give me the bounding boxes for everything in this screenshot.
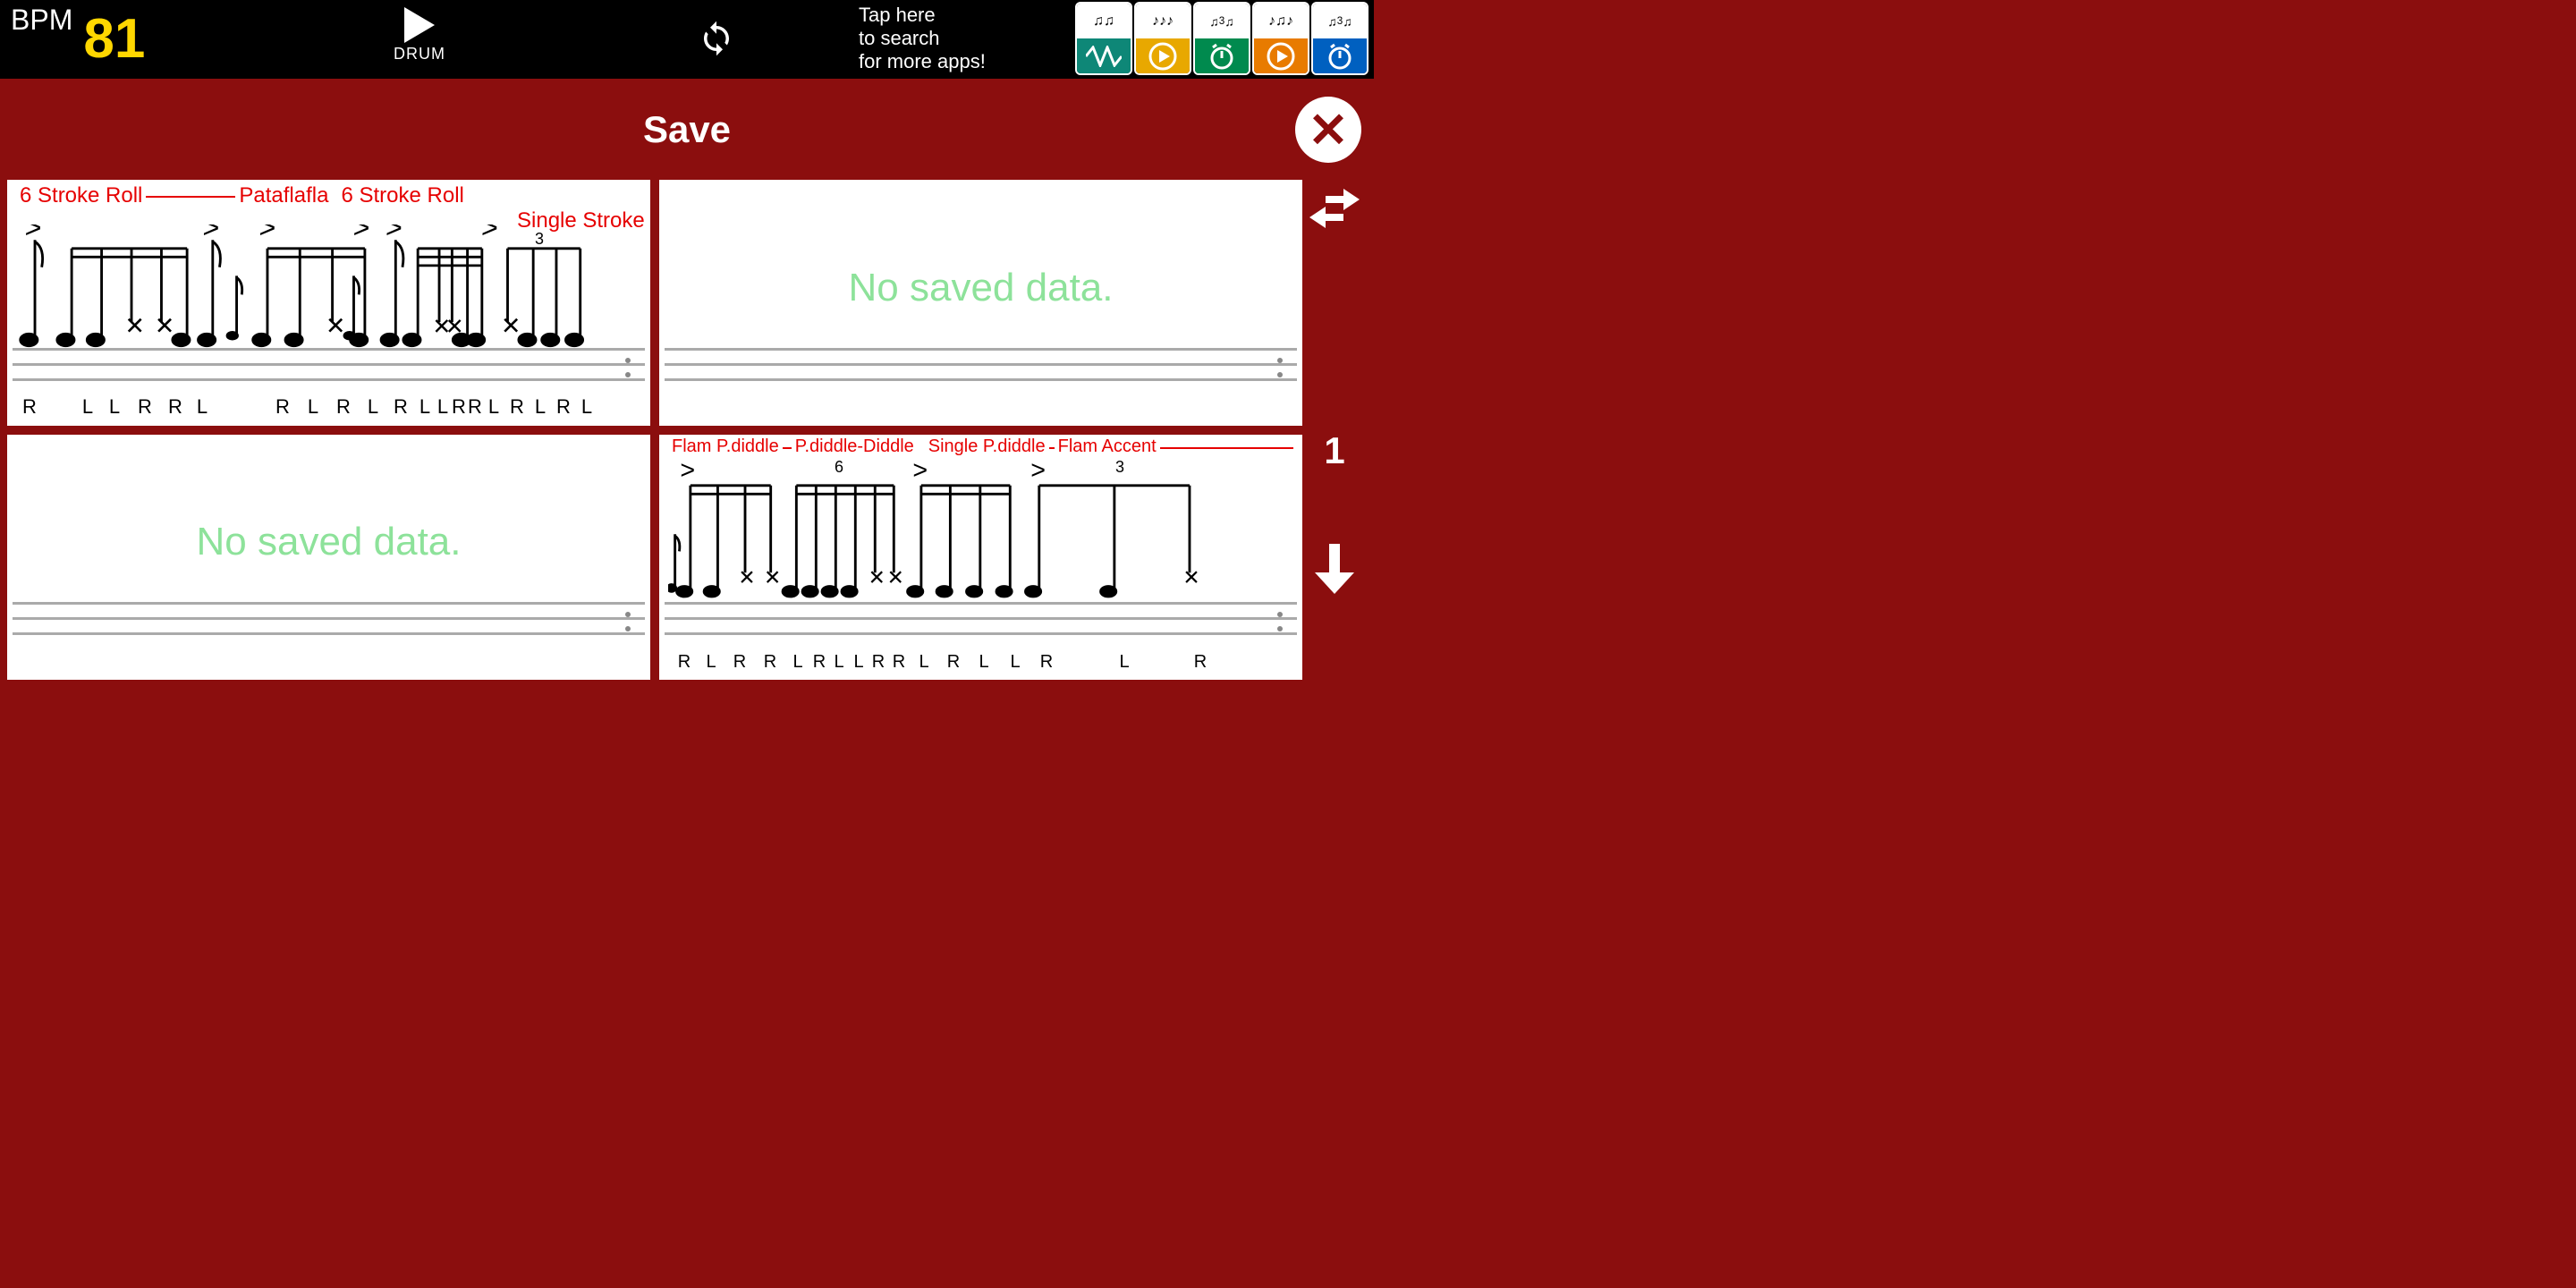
svg-text:✕: ✕: [764, 565, 781, 589]
svg-text:>: >: [353, 225, 370, 243]
svg-text:>: >: [258, 225, 275, 243]
clock-icon: [1313, 38, 1367, 73]
play-circle-icon: [1136, 38, 1190, 73]
save-header: Save ✕: [0, 79, 1374, 180]
save-title: Save: [643, 108, 731, 151]
close-icon: ✕: [1308, 102, 1348, 158]
app-tile-1[interactable]: ♫♫: [1075, 2, 1132, 75]
rudiment-labels: 6 Stroke Roll Pataflafla 6 Stroke Roll: [20, 183, 650, 208]
notes-icon: ♪♪♪: [1136, 4, 1190, 38]
main-content: 6 Stroke Roll Pataflafla 6 Stroke Roll S…: [0, 180, 1374, 687]
wave-icon: [1077, 38, 1131, 73]
staff-lines: [665, 602, 1297, 648]
play-label: DRUM: [394, 45, 445, 64]
top-bar: BPM 81 DRUM Tap hereto searchfor more ap…: [0, 0, 1374, 79]
svg-text:✕: ✕: [887, 565, 904, 589]
svg-text:✕: ✕: [501, 312, 521, 339]
svg-text:>: >: [25, 225, 42, 243]
rudiment-labels: Flam P.diddle P.diddle-Diddle Single P.d…: [672, 436, 1302, 457]
empty-label: No saved data.: [197, 520, 462, 564]
play-icon: [404, 7, 435, 43]
staff-lines: [13, 348, 645, 394]
svg-text:>: >: [481, 225, 498, 243]
svg-text:✕: ✕: [738, 565, 755, 589]
notes-icon: ♫♫: [1077, 4, 1131, 38]
bpm-value[interactable]: 81: [83, 12, 145, 67]
loop-button[interactable]: [698, 20, 735, 57]
notes-icon: ♫3♫: [1313, 4, 1367, 38]
notes-icon: ♪♫♪: [1254, 4, 1308, 38]
app-tile-3[interactable]: ♫3♫: [1193, 2, 1250, 75]
app-tile-2[interactable]: ♪♪♪: [1134, 2, 1191, 75]
play-button[interactable]: DRUM: [394, 7, 445, 64]
promo-text[interactable]: Tap hereto searchfor more apps!: [859, 4, 986, 73]
app-tile-4[interactable]: ♪♫♪: [1252, 2, 1309, 75]
bpm-label: BPM: [11, 4, 72, 37]
app-tile-5[interactable]: ♫3♫: [1311, 2, 1368, 75]
save-slot-3[interactable]: No saved data.: [7, 435, 650, 681]
svg-text:>: >: [1030, 462, 1046, 485]
svg-text:✕: ✕: [1182, 565, 1199, 589]
save-slot-1[interactable]: 6 Stroke Roll Pataflafla 6 Stroke Roll S…: [7, 180, 650, 426]
right-sidebar: 1: [1302, 180, 1367, 680]
staff-lines: [665, 348, 1297, 394]
sticking-row: R L L R R L R L R L R L L R R L R L R: [20, 395, 597, 419]
svg-text:✕: ✕: [326, 312, 345, 339]
svg-text:>: >: [680, 462, 695, 485]
swap-button[interactable]: [1309, 189, 1360, 233]
music-notation: > > > > > > ✕ ✕: [16, 225, 614, 361]
save-slots: 6 Stroke Roll Pataflafla 6 Stroke Roll S…: [7, 180, 1302, 680]
clock-icon: [1195, 38, 1249, 73]
page-down-button[interactable]: [1311, 544, 1358, 598]
staff-lines: [13, 602, 645, 648]
svg-text:>: >: [202, 225, 219, 243]
sticking-row: R L R R L R L L R R L R L L R L R: [672, 652, 1214, 673]
app-tiles: ♫♫ ♪♪♪ ♫3♫ ♪♫♪ ♫3♫: [1075, 2, 1368, 75]
notes-icon: ♫3♫: [1195, 4, 1249, 38]
svg-text:✕: ✕: [124, 312, 144, 339]
svg-text:✕: ✕: [155, 312, 174, 339]
svg-text:✕: ✕: [869, 565, 886, 589]
empty-label: No saved data.: [849, 266, 1114, 310]
save-slot-2[interactable]: No saved data.: [659, 180, 1302, 426]
close-button[interactable]: ✕: [1295, 97, 1361, 163]
svg-text:>: >: [386, 225, 402, 243]
page-number: 1: [1324, 429, 1344, 472]
svg-text:>: >: [912, 462, 928, 485]
save-slot-4[interactable]: Flam P.diddle P.diddle-Diddle Single P.d…: [659, 435, 1302, 681]
music-notation: > > > ✕ ✕: [668, 462, 1267, 606]
play-circle-icon: [1254, 38, 1308, 73]
